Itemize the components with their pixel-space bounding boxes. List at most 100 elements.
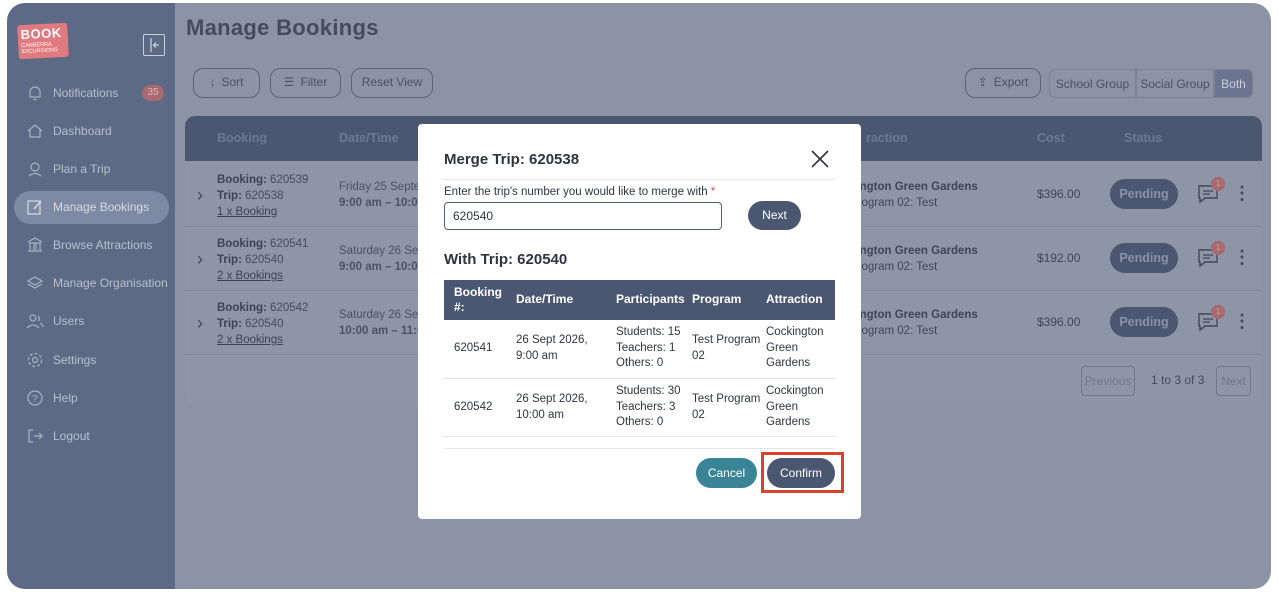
booking-datetime: Saturday 26 Sep 9:00 am – 10:0 [339, 245, 425, 273]
divider [444, 179, 835, 180]
sort-label: Sort [221, 75, 244, 89]
cancel-button[interactable]: Cancel [696, 458, 757, 488]
export-icon: ⇪ [977, 75, 988, 89]
merge-field-label: Enter the trip's number you would like t… [444, 186, 716, 198]
more-options-icon[interactable]: ⋮ [1233, 311, 1251, 332]
header-attraction[interactable]: raction [866, 131, 908, 145]
header-booking[interactable]: Booking [217, 131, 267, 145]
pagination-info: 1 to 3 of 3 [1151, 373, 1205, 387]
logout-icon [28, 429, 43, 443]
bookings-link[interactable]: 1 x Booking [217, 206, 277, 218]
sidebar-item-settings[interactable]: Settings [14, 344, 169, 377]
confirm-button[interactable]: Confirm [767, 458, 835, 488]
export-label: Export [993, 75, 1029, 89]
segment-both[interactable]: Both [1214, 69, 1253, 98]
header-status[interactable]: Status [1124, 131, 1162, 145]
dialog-title: Merge Trip: 620538 [444, 151, 580, 168]
header-cost[interactable]: Cost [1037, 131, 1065, 145]
status-badge: Pending [1110, 307, 1178, 337]
bookings-link[interactable]: 2 x Bookings [217, 270, 283, 282]
more-options-icon[interactable]: ⋮ [1233, 183, 1251, 204]
sidebar-item-help[interactable]: ? Help [14, 382, 169, 415]
logo-text: BOOK [20, 25, 62, 43]
message-count-badge: 1 [1211, 241, 1225, 255]
sidebar: BOOK CANBERRA EXCURSIONS Notifications 3… [7, 3, 175, 589]
collapse-sidebar-button[interactable] [143, 34, 165, 56]
next-button[interactable]: Next [748, 201, 801, 230]
booking-attraction: kington Green Gardens Program 02: Test [850, 309, 978, 337]
svg-text:?: ? [32, 394, 38, 405]
header-datetime[interactable]: Date/Time [339, 131, 399, 145]
header-booking-number: Booking #: [454, 285, 502, 314]
booking-number: 620542 [454, 401, 493, 413]
booking-datetime: 26 Sept 2026, 9:00 am [516, 334, 588, 362]
sidebar-item-label: Dashboard [53, 124, 112, 138]
chevron-right-icon[interactable]: › [197, 185, 203, 206]
table-row: 620542 26 Sept 2026, 10:00 am Students: 3… [444, 379, 835, 437]
sidebar-item-label: Manage Organisation [53, 276, 168, 290]
help-circle-icon: ? [27, 390, 43, 406]
next-page-button[interactable]: Next [1216, 366, 1251, 396]
table-row: 620541 26 Sept 2026, 9:00 am Students: 15… [444, 320, 835, 379]
required-marker: * [710, 186, 716, 198]
sidebar-item-label: Logout [53, 429, 90, 443]
booking-cost: $396.00 [1037, 315, 1081, 329]
booking-cost: $396.00 [1037, 187, 1081, 201]
logo-subtext: CANBERRA EXCURSIONS [21, 41, 59, 56]
building-icon [27, 237, 43, 252]
bell-icon [29, 86, 41, 101]
layers-icon [26, 276, 44, 289]
status-badge: Pending [1110, 179, 1178, 209]
status-badge: Pending [1110, 243, 1178, 273]
header-program: Program [692, 292, 742, 306]
table-header: Booking #: Date/Time Participants Progra… [444, 280, 835, 320]
sidebar-item-notifications[interactable]: Notifications 35 [14, 77, 169, 110]
sidebar-item-label: Help [53, 391, 78, 405]
reset-label: Reset View [361, 75, 423, 89]
gear-icon [27, 352, 43, 368]
export-button[interactable]: ⇪ Export [965, 68, 1041, 98]
booking-datetime: Friday 25 Septer 9:00 am – 10:00 [339, 181, 425, 209]
sidebar-item-dashboard[interactable]: Dashboard [14, 115, 169, 148]
close-icon[interactable] [811, 150, 829, 168]
trip-number-input[interactable]: 620540 [444, 202, 722, 230]
booking-participants: Students: 30 Teachers: 3 Others: 0 [616, 385, 681, 428]
collapse-icon [150, 38, 159, 52]
sort-button[interactable]: ↓ Sort [193, 68, 260, 98]
segment-school-group[interactable]: School Group [1049, 69, 1136, 98]
sidebar-item-label: Users [53, 314, 85, 328]
message-count-badge: 1 [1211, 305, 1225, 319]
chevron-right-icon[interactable]: › [197, 313, 203, 334]
arrow-down-icon: ↓ [209, 75, 216, 89]
edit-icon [27, 200, 42, 215]
more-options-icon[interactable]: ⋮ [1233, 247, 1251, 268]
map-pin-icon [28, 162, 42, 177]
booking-attraction: Cockington Green Gardens [766, 326, 824, 369]
sidebar-item-users[interactable]: Users [14, 305, 169, 338]
reset-view-button[interactable]: Reset View [351, 68, 433, 98]
bookings-link[interactable]: 2 x Bookings [217, 334, 283, 346]
users-icon [26, 314, 44, 329]
sidebar-item-browse-attractions[interactable]: Browse Attractions [14, 229, 169, 262]
sidebar-item-manage-organisation[interactable]: Manage Organisation [14, 267, 169, 300]
header-datetime: Date/Time [516, 292, 574, 306]
previous-page-button[interactable]: Previous [1081, 366, 1135, 396]
logo[interactable]: BOOK CANBERRA EXCURSIONS [17, 22, 69, 60]
sliders-icon: ☰ [283, 75, 295, 89]
sidebar-item-manage-bookings[interactable]: Manage Bookings [14, 191, 169, 224]
booking-attraction: kington Green Gardens Program 02: Test [850, 181, 978, 209]
sidebar-item-plan-a-trip[interactable]: Plan a Trip [14, 153, 169, 186]
chevron-right-icon[interactable]: › [197, 249, 203, 270]
home-icon [27, 124, 43, 138]
booking-program: Test Program 02 [692, 334, 761, 362]
header-participants: Participants [616, 292, 685, 306]
sidebar-item-label: Plan a Trip [53, 162, 111, 176]
segment-social-group[interactable]: Social Group [1136, 69, 1214, 98]
page-title: Manage Bookings [186, 15, 379, 40]
filter-button[interactable]: ☰ Filter [270, 68, 341, 98]
booking-program: Test Program 02 [692, 393, 761, 421]
sidebar-item-label: Manage Bookings [53, 200, 150, 214]
message-count-badge: 1 [1211, 177, 1225, 191]
header-attraction: Attraction [766, 292, 823, 306]
sidebar-item-logout[interactable]: Logout [14, 420, 169, 453]
